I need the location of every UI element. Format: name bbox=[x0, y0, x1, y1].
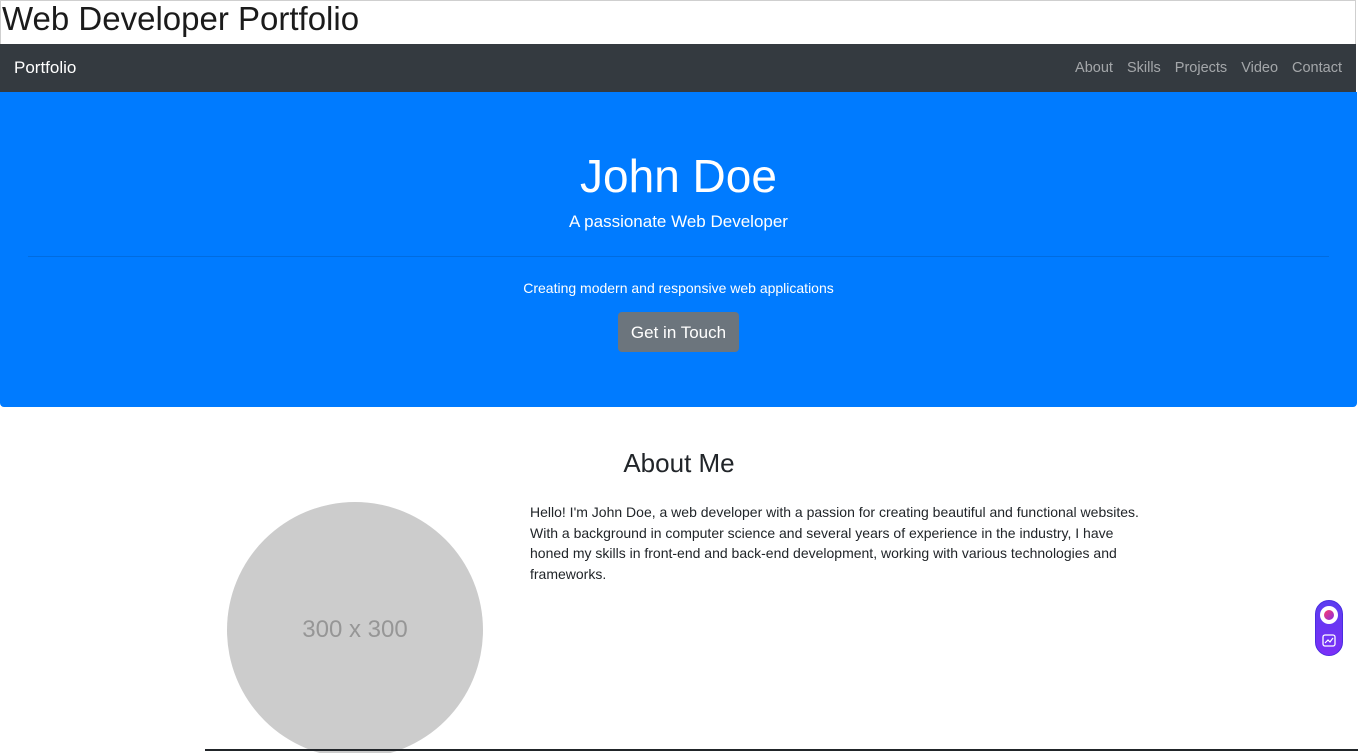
page-title: Web Developer Portfolio bbox=[2, 0, 360, 37]
hero-lead: A passionate Web Developer bbox=[569, 212, 788, 231]
page-header: Web Developer Portfolio bbox=[0, 0, 1356, 44]
chart-sparkle-icon[interactable] bbox=[1322, 634, 1336, 647]
nav-link-video[interactable]: Video bbox=[1241, 60, 1278, 76]
nav-link-about[interactable]: About bbox=[1075, 60, 1113, 76]
page: Web Developer Portfolio Portfolio About … bbox=[0, 0, 1358, 753]
hero-subtext: Creating modern and responsive web appli… bbox=[523, 280, 834, 296]
profile-image-placeholder: 300 x 300 bbox=[227, 502, 483, 753]
hero-name: John Doe bbox=[580, 150, 777, 202]
get-in-touch-button[interactable]: Get in Touch bbox=[618, 312, 739, 352]
extension-logo-icon[interactable] bbox=[1320, 606, 1338, 624]
hero-divider bbox=[28, 256, 1329, 257]
navbar: Portfolio About Skills Projects Video Co… bbox=[0, 44, 1356, 92]
nav-links: About Skills Projects Video Contact bbox=[1075, 60, 1342, 76]
nav-link-projects[interactable]: Projects bbox=[1175, 60, 1227, 76]
hero-jumbotron: John Doe A passionate Web Developer Crea… bbox=[0, 92, 1357, 407]
navbar-brand[interactable]: Portfolio bbox=[14, 58, 76, 78]
section-divider bbox=[205, 749, 1358, 751]
nav-link-contact[interactable]: Contact bbox=[1292, 60, 1342, 76]
about-section-title: About Me bbox=[623, 448, 735, 478]
placeholder-label: 300 x 300 bbox=[302, 616, 408, 643]
browser-extension-widget[interactable] bbox=[1315, 600, 1343, 656]
about-paragraph: Hello! I'm John Doe, a web developer wit… bbox=[530, 504, 1139, 582]
nav-link-skills[interactable]: Skills bbox=[1127, 60, 1161, 76]
